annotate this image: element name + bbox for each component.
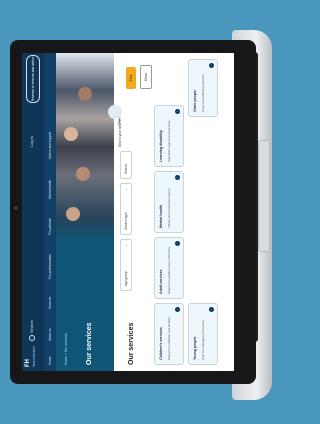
hero-title: Our services (86, 322, 93, 365)
card-title: Adult services (159, 269, 163, 294)
person-figure (64, 127, 78, 141)
nav-item[interactable]: Home (48, 356, 52, 365)
nav-item[interactable]: For professionals (48, 255, 52, 279)
nav-item[interactable]: About us (48, 328, 52, 341)
card-title: Older people (193, 90, 197, 112)
filter-label: Search (124, 163, 128, 174)
logo-subtext: Manchester (31, 346, 36, 367)
arrow-right-icon: › (209, 307, 214, 312)
nav-item[interactable]: Mental health (48, 180, 52, 199)
arrow-right-icon: › (175, 241, 180, 246)
search-filter-input[interactable]: Search (120, 151, 132, 179)
service-type-filter[interactable]: Service type ⌄ (120, 183, 132, 235)
card-subtitle: Help for teenagers and carers (201, 320, 205, 360)
decorative-circle (108, 105, 122, 119)
service-card[interactable]: Young people Help for teenagers and care… (188, 303, 218, 365)
section-title: Our services (128, 322, 135, 365)
service-card[interactable]: Adult services Support for adults in the… (154, 237, 184, 299)
card-subtitle: Care and wellbeing services (201, 74, 205, 112)
card-subtitle: Specialist support and services (167, 120, 171, 162)
hero-banner: Home > Our services Our services (56, 53, 114, 371)
web-page: FH Manchester Search Log in Reviews of s… (22, 53, 234, 371)
person-figure (76, 167, 90, 181)
card-subtitle: Support for adults in the community (167, 246, 171, 294)
card-title: Young people (193, 336, 197, 361)
header-search-link[interactable]: Search (29, 320, 35, 341)
service-card[interactable]: Children's services Support for children… (154, 303, 184, 365)
site-header: FH Manchester Search Log in Reviews of s… (22, 53, 44, 371)
find-button[interactable]: Find (126, 67, 136, 89)
breadcrumb[interactable]: Home > Our services (64, 333, 68, 365)
marketplace-button[interactable]: Reviews of services and advice (26, 55, 40, 103)
person-figure (66, 207, 80, 221)
arrow-right-icon: › (209, 63, 214, 68)
arrow-right-icon: › (175, 307, 180, 312)
filter-label: Age group (124, 271, 128, 286)
service-card[interactable]: Learning disability Specialist support a… (154, 105, 184, 167)
laptop-screen: FH Manchester Search Log in Reviews of s… (22, 53, 234, 371)
arrow-right-icon: › (175, 175, 180, 180)
card-title: Children's services (159, 327, 163, 360)
person-figure (78, 87, 92, 101)
chevron-down-icon: ⌄ (124, 188, 128, 191)
card-subtitle: Advice and emotional support (167, 188, 171, 228)
search-label: Search (29, 320, 35, 333)
chevron-down-icon: ⌄ (124, 244, 128, 247)
nav-item[interactable]: Services (48, 297, 52, 309)
service-card[interactable]: Mental health Advice and emotional suppo… (154, 171, 184, 233)
arrow-right-icon: › (175, 109, 180, 114)
service-card[interactable]: Older people Care and wellbeing services… (188, 59, 218, 117)
card-subtitle: Support for children and families (167, 316, 171, 360)
age-group-filter[interactable]: Age group ⌄ (120, 239, 132, 291)
card-title: Mental health (159, 205, 163, 228)
main-nav: Home About us Services For professionals… (44, 53, 56, 371)
services-section: Our services Age group ⌄ Service type ⌄ Se… (108, 53, 234, 371)
search-icon (29, 335, 35, 341)
nav-item[interactable]: Advice and support (48, 132, 52, 159)
camera-icon (14, 206, 18, 210)
filter-label: Service type (124, 212, 128, 230)
hero-photo (56, 53, 114, 241)
card-title: Learning disability (159, 130, 163, 162)
trackpad (258, 140, 270, 252)
login-link[interactable]: Log in (29, 136, 34, 147)
site-logo[interactable]: FH Manchester (25, 346, 41, 367)
nav-item[interactable]: For patients (48, 218, 52, 235)
clear-button[interactable]: Clear (140, 65, 152, 89)
